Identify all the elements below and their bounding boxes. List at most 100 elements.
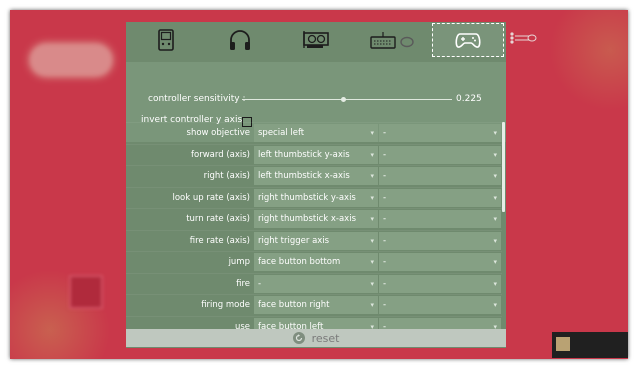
- chevron-down-icon: ▾: [493, 129, 497, 137]
- primary-binding-dropdown[interactable]: left thumbstick y-axis ▾: [254, 145, 378, 164]
- chevron-down-icon: ▾: [370, 301, 374, 309]
- gamepad-icon: [455, 33, 481, 48]
- primary-binding-value: face button bottom: [258, 257, 341, 267]
- chevron-down-icon: ▾: [493, 301, 497, 309]
- chevron-down-icon: ▾: [370, 129, 374, 137]
- blurred-game-logo: [30, 44, 112, 76]
- primary-binding-value: special left: [258, 128, 305, 138]
- binding-action-label: forward (axis): [191, 149, 250, 160]
- secondary-binding-dropdown[interactable]: - ▾: [379, 296, 501, 314]
- secondary-binding-dropdown[interactable]: - ▾: [379, 145, 501, 164]
- binding-row: right (axis) left thumbstick x-axis ▾ - ▾: [126, 165, 502, 187]
- chevron-down-icon: ▾: [493, 193, 497, 202]
- secondary-binding-dropdown[interactable]: - ▾: [379, 274, 501, 293]
- chevron-down-icon: ▾: [493, 215, 497, 223]
- sensitivity-label: controller sensitivity :: [148, 94, 246, 104]
- chevron-down-icon: ▾: [370, 193, 374, 202]
- secondary-binding-value: -: [383, 128, 387, 138]
- chevron-down-icon: ▾: [370, 236, 374, 245]
- sensitivity-slider[interactable]: [242, 97, 452, 102]
- binding-action-label: fire rate (axis): [189, 235, 250, 246]
- chevron-down-icon: ▾: [370, 172, 374, 180]
- blurred-menu-item: [36, 147, 106, 172]
- tab-graphics[interactable]: [280, 23, 352, 57]
- binding-row: jump face button bottom ▾ - ▾: [126, 251, 502, 273]
- primary-binding-value: right trigger axis: [258, 235, 330, 246]
- binding-row: show objective special left ▾ - ▾: [126, 122, 502, 144]
- chevron-down-icon: ▾: [493, 236, 497, 245]
- primary-binding-dropdown[interactable]: face button right ▾: [254, 296, 378, 314]
- primary-binding-dropdown[interactable]: right thumbstick x-axis ▾: [254, 210, 378, 228]
- notification-icon: [556, 337, 570, 351]
- notification-toast: [552, 332, 628, 358]
- secondary-binding-value: -: [383, 235, 387, 246]
- headphones-icon: [230, 30, 250, 50]
- binding-row: forward (axis) left thumbstick y-axis ▾ - ▾: [126, 143, 502, 166]
- settings-panel: controller sensitivity : 0.225 invert co…: [126, 22, 506, 348]
- tab-overflow-icon[interactable]: [509, 30, 537, 44]
- primary-binding-value: left thumbstick y-axis: [258, 149, 350, 160]
- primary-binding-dropdown[interactable]: face button bottom ▾: [254, 253, 378, 271]
- blurred-menu-item: [36, 172, 106, 197]
- binding-action-label: turn rate (axis): [186, 214, 250, 224]
- primary-binding-dropdown[interactable]: left thumbstick x-axis ▾: [254, 167, 378, 185]
- chevron-down-icon: ▾: [493, 172, 497, 180]
- chevron-down-icon: ▾: [493, 150, 497, 159]
- chevron-down-icon: ▾: [370, 150, 374, 159]
- blurred-menu-item: [36, 197, 106, 222]
- secondary-binding-value: -: [383, 171, 387, 181]
- settings-tab-bar: [126, 22, 506, 60]
- primary-binding-dropdown[interactable]: right thumbstick y-axis ▾: [254, 188, 378, 207]
- secondary-binding-dropdown[interactable]: - ▾: [379, 231, 501, 250]
- primary-binding-value: right thumbstick x-axis: [258, 214, 357, 224]
- binding-row: turn rate (axis) right thumbstick x-axis ▾…: [126, 208, 502, 230]
- blurred-main-menu: [36, 122, 106, 222]
- graphics-card-icon: [303, 31, 329, 48]
- blurred-menu-icon: [69, 275, 103, 309]
- tab-audio[interactable]: [204, 23, 276, 57]
- keyboard-mouse-icon: [370, 32, 414, 49]
- binding-action-label: jump: [228, 257, 250, 267]
- secondary-binding-dropdown[interactable]: - ▾: [379, 210, 501, 228]
- sensitivity-slider-thumb[interactable]: [340, 97, 346, 102]
- secondary-binding-dropdown[interactable]: - ▾: [379, 253, 501, 271]
- primary-binding-value: face button right: [258, 300, 330, 310]
- secondary-binding-dropdown[interactable]: - ▾: [379, 188, 501, 207]
- bindings-list: show objective special left ▾ - ▾ forward (ax…: [126, 122, 502, 337]
- binding-row: fire - ▾ - ▾: [126, 272, 502, 295]
- secondary-binding-value: -: [383, 278, 387, 289]
- primary-binding-dropdown[interactable]: right trigger axis ▾: [254, 231, 378, 250]
- sensitivity-value: 0.225: [456, 94, 482, 104]
- chevron-down-icon: ▾: [370, 258, 374, 266]
- primary-binding-value: left thumbstick x-axis: [258, 171, 350, 181]
- binding-row: fire rate (axis) right trigger axis ▾ - ▾: [126, 229, 502, 252]
- chevron-down-icon: ▾: [370, 279, 374, 288]
- binding-action-label: fire: [236, 278, 250, 289]
- secondary-binding-dropdown[interactable]: - ▾: [379, 124, 501, 142]
- secondary-binding-value: -: [383, 214, 387, 224]
- chevron-down-icon: ▾: [493, 258, 497, 266]
- secondary-binding-value: -: [383, 149, 387, 160]
- tab-controller[interactable]: [432, 23, 504, 57]
- binding-action-label: show objective: [186, 128, 250, 138]
- bindings-scrollbar[interactable]: [502, 122, 505, 212]
- handheld-console-icon: [158, 29, 174, 51]
- primary-binding-dropdown[interactable]: special left ▾: [254, 124, 378, 142]
- primary-binding-dropdown[interactable]: - ▾: [254, 274, 378, 293]
- reset-label: reset: [311, 331, 340, 345]
- binding-action-label: firing mode: [201, 300, 250, 310]
- blurred-menu-item: [36, 122, 106, 147]
- secondary-binding-value: -: [383, 257, 387, 267]
- reset-icon: [292, 332, 305, 344]
- binding-action-label: look up rate (axis): [172, 192, 250, 203]
- reset-button[interactable]: reset: [126, 329, 506, 347]
- primary-binding-value: right thumbstick y-axis: [258, 192, 356, 203]
- tab-keyboard-mouse[interactable]: [356, 23, 428, 57]
- primary-binding-value: -: [258, 278, 262, 289]
- secondary-binding-value: -: [383, 300, 387, 310]
- binding-action-label: right (axis): [203, 171, 250, 181]
- secondary-binding-dropdown[interactable]: - ▾: [379, 167, 501, 185]
- tab-display[interactable]: [130, 23, 202, 57]
- binding-row: look up rate (axis) right thumbstick y-ax…: [126, 186, 502, 209]
- chevron-down-icon: ▾: [370, 215, 374, 223]
